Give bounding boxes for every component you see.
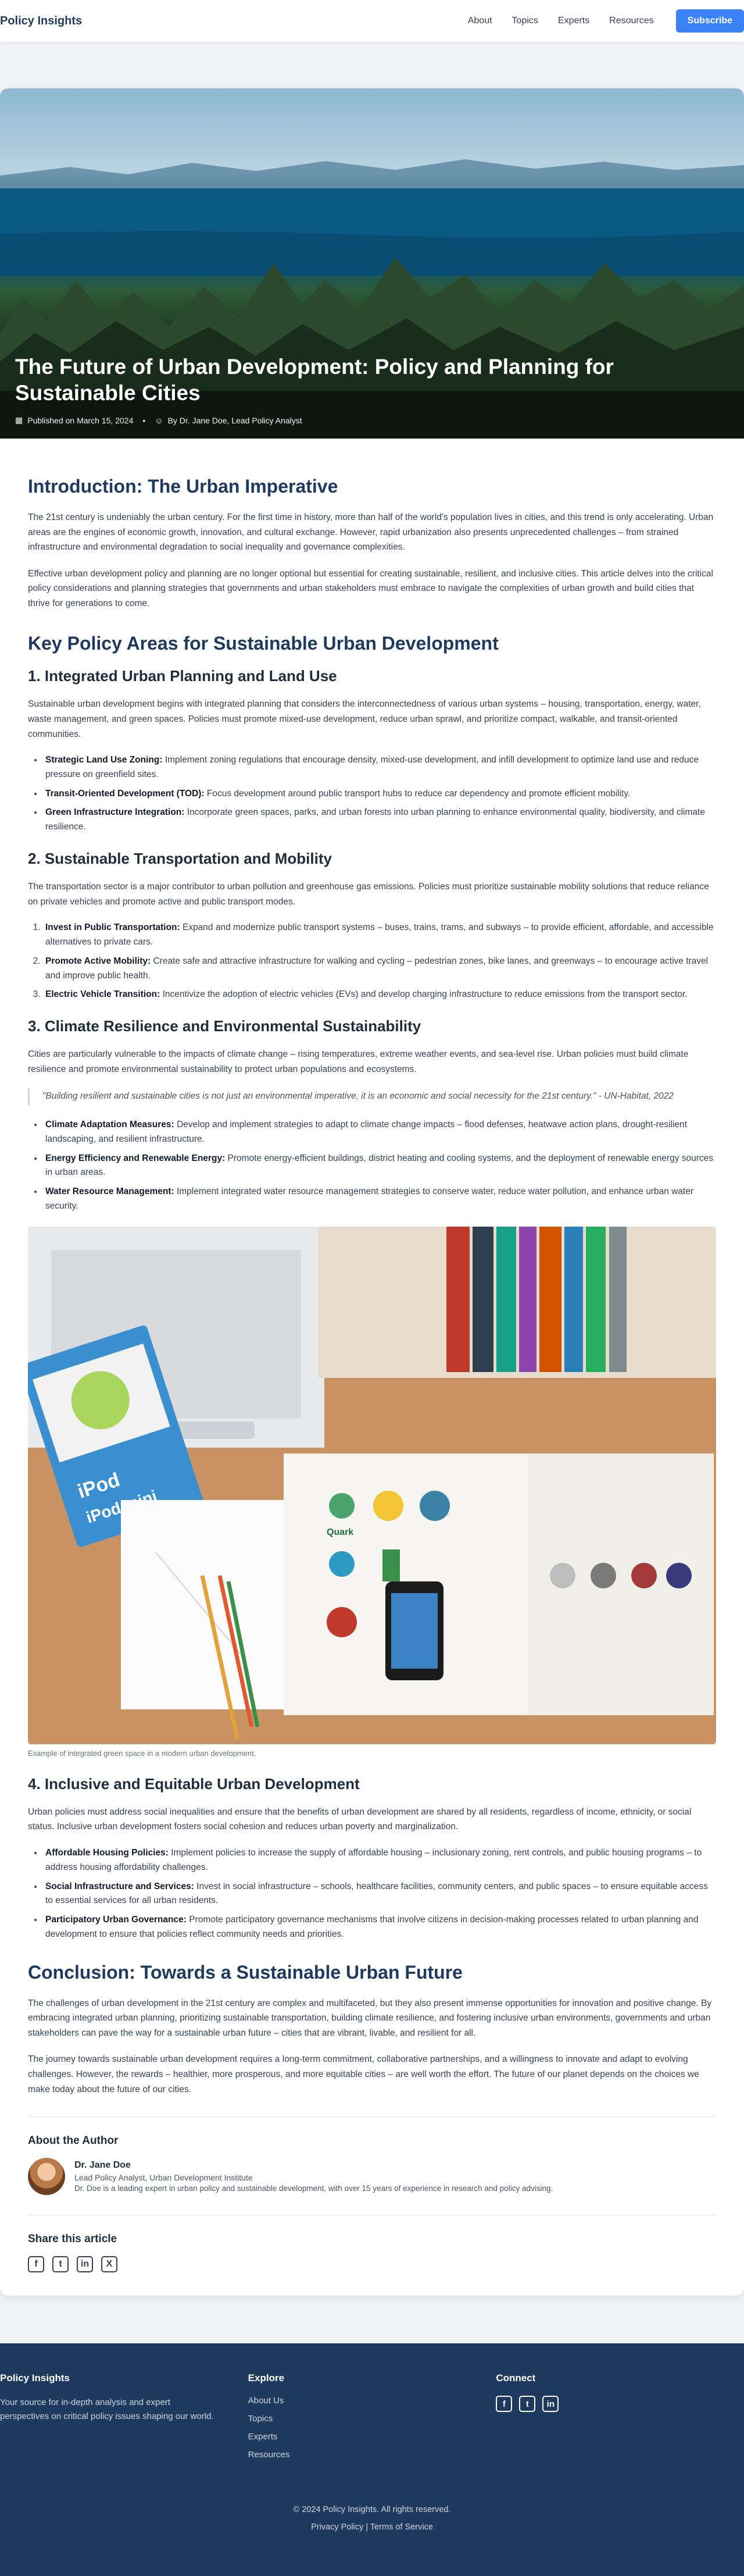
footer-explore-title: Explore [248, 2372, 285, 2384]
list-item: Social Infrastructure and Services: Inve… [43, 1880, 716, 1909]
list-item: Promote Active Mobility: Create safe and… [43, 954, 716, 984]
section-1-list: Strategic Land Use Zoning: Implement zon… [43, 753, 716, 835]
hero-image: The Future of Urban Development: Policy … [0, 88, 744, 439]
article-meta: ▦ Published on March 15, 2024 • ☺ By Dr.… [15, 415, 302, 425]
share-icons: f t in X [28, 2256, 716, 2273]
legal-separator: | [366, 2522, 369, 2532]
article-title: The Future of Urban Development: Policy … [15, 355, 614, 405]
section-1-body: Sustainable urban development begins wit… [28, 699, 701, 739]
footer-brand-column: Policy Insights Your source for in-depth… [0, 2372, 248, 2468]
section-4-list: Affordable Housing Policies: Implement p… [43, 1846, 716, 1942]
figure-caption: Example of integrated green space in a m… [28, 1748, 256, 1758]
share-title: Share this article [28, 2233, 117, 2246]
site-header: Policy Insights About Topics Experts Res… [0, 0, 744, 42]
desk-scene-illustration: iPod iPod mini Quark [28, 1226, 716, 1744]
list-item: Green Infrastructure Integration: Incorp… [43, 806, 716, 835]
article-figure: iPod iPod mini Quark [28, 1226, 716, 1758]
section-2-list: Invest in Public Transportation: Expand … [43, 921, 716, 1002]
list-item: Electric Vehicle Transition: Incentivize… [43, 988, 716, 1002]
section-3-list: Climate Adaptation Measures: Develop and… [43, 1118, 716, 1214]
about-author-title: About the Author [28, 2135, 119, 2147]
footer-link-topics[interactable]: Topics [248, 2414, 496, 2424]
list-item: Participatory Urban Governance: Promote … [43, 1913, 716, 1942]
nav-resources[interactable]: Resources [609, 16, 653, 26]
facebook-icon[interactable]: f [28, 2256, 44, 2273]
footer-explore-column: Explore About Us Topics Experts Resource… [248, 2372, 496, 2468]
footer-bottom: © 2024 Policy Insights. All rights reser… [0, 2505, 744, 2532]
footer-link-resources[interactable]: Resources [248, 2450, 496, 2460]
section-2-body: The transportation sector is a major con… [28, 882, 709, 907]
section-4-heading: 4. Inclusive and Equitable Urban Develop… [28, 1775, 360, 1793]
share-section: Share this article f t in X [28, 2233, 716, 2273]
intro-heading: Introduction: The Urban Imperative [28, 476, 338, 497]
published-date: Published on March 15, 2024 [27, 415, 134, 425]
byline: By Dr. Jane Doe, Lead Policy Analyst [167, 415, 302, 425]
author-info: Dr. Jane Doe Lead Policy Analyst, Urban … [74, 2160, 553, 2193]
article-content: Introduction: The Urban Imperative The 2… [0, 439, 744, 2296]
pull-quote: "Building resilient and sustainable citi… [28, 1088, 716, 1106]
list-item: Invest in Public Transportation: Expand … [43, 921, 716, 950]
author-name: Dr. Jane Doe [74, 2160, 131, 2171]
section-2-heading: 2. Sustainable Transportation and Mobili… [28, 850, 332, 868]
list-item: Water Resource Management: Implement int… [43, 1185, 716, 1214]
figure-image: iPod iPod mini Quark [28, 1226, 716, 1744]
conclusion-paragraph-1: The challenges of urban development in t… [28, 1998, 712, 2038]
site-logo[interactable]: Policy Insights [0, 15, 82, 28]
nav-topics[interactable]: Topics [512, 16, 538, 26]
legal-links: Privacy Policy | Terms of Service [0, 2522, 744, 2532]
footer-link-about[interactable]: About Us [248, 2396, 496, 2406]
list-item: Transit-Oriented Development (TOD): Focu… [43, 787, 716, 801]
conclusion-paragraph-2: The journey towards sustainable urban de… [28, 2054, 699, 2094]
x-icon[interactable]: X [101, 2256, 117, 2273]
calendar-icon: ▦ [15, 415, 23, 425]
connect-icons: f t in [496, 2396, 744, 2413]
list-item: Energy Efficiency and Renewable Energy: … [43, 1152, 716, 1181]
list-item: Strategic Land Use Zoning: Implement zon… [43, 753, 716, 782]
conclusion-heading: Conclusion: Towards a Sustainable Urban … [28, 1961, 463, 1983]
nav-about[interactable]: About [468, 16, 492, 26]
footer-brand: Policy Insights [0, 2372, 70, 2384]
nav-experts[interactable]: Experts [558, 16, 589, 26]
section-3-body: Cities are particularly vulnerable to th… [28, 1049, 689, 1074]
footer-columns: Policy Insights Your source for in-depth… [0, 2372, 744, 2468]
list-item: Climate Adaptation Measures: Develop and… [43, 1118, 716, 1147]
footer-connect-column: Connect f t in [496, 2372, 744, 2468]
linkedin-icon[interactable]: in [77, 2256, 93, 2273]
author-bio: Dr. Doe is a leading expert in urban pol… [74, 2184, 553, 2193]
main-nav: About Topics Experts Resources Subscribe [468, 9, 744, 33]
section-4-body: Urban policies must address social inequ… [28, 1807, 692, 1832]
avatar [28, 2158, 65, 2196]
author-card: Dr. Jane Doe Lead Policy Analyst, Urban … [28, 2158, 716, 2196]
linkedin-icon[interactable]: in [542, 2396, 559, 2413]
footer-tagline: Your source for in-depth analysis and ex… [0, 2397, 214, 2422]
section-1-heading: 1. Integrated Urban Planning and Land Us… [28, 667, 337, 685]
intro-paragraph-1: The 21st century is undeniably the urban… [28, 512, 714, 553]
copyright: © 2024 Policy Insights. All rights reser… [293, 2505, 451, 2515]
about-author: About the Author Dr. Jane Doe Lead Polic… [28, 2135, 716, 2196]
footer-connect-title: Connect [496, 2372, 536, 2384]
section-3-heading: 3. Climate Resilience and Environmental … [28, 1017, 421, 1035]
user-icon: ☺ [155, 415, 163, 425]
intro-paragraph-2: Effective urban development policy and p… [28, 568, 713, 608]
quark-logo-text: Quark [327, 1527, 353, 1537]
article-card: The Future of Urban Development: Policy … [0, 88, 744, 2296]
terms-link[interactable]: Terms of Service [370, 2522, 433, 2532]
site-footer: Policy Insights Your source for in-depth… [0, 2343, 744, 2576]
facebook-icon[interactable]: f [496, 2396, 513, 2413]
twitter-icon[interactable]: t [519, 2396, 536, 2413]
privacy-link[interactable]: Privacy Policy [311, 2522, 363, 2532]
footer-link-experts[interactable]: Experts [248, 2432, 496, 2442]
subscribe-button[interactable]: Subscribe [675, 9, 744, 33]
author-role: Lead Policy Analyst, Urban Development I… [74, 2173, 253, 2183]
list-item: Affordable Housing Policies: Implement p… [43, 1846, 716, 1875]
twitter-icon[interactable]: t [52, 2256, 69, 2273]
meta-separator: • [142, 415, 146, 425]
key-areas-heading: Key Policy Areas for Sustainable Urban D… [28, 633, 499, 654]
